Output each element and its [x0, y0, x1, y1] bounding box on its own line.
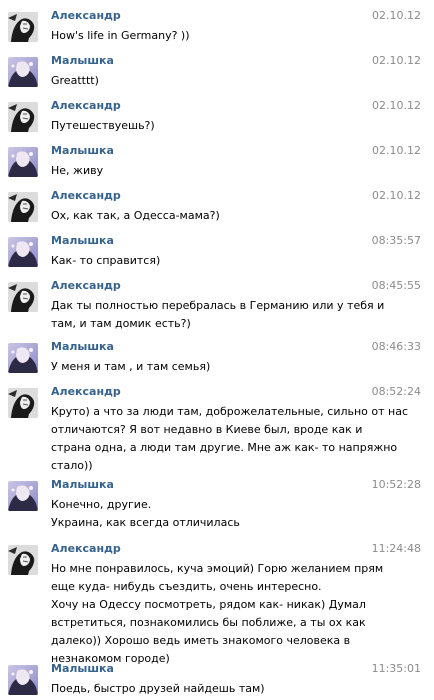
avatar-malyshka[interactable]: [8, 665, 38, 695]
message-text: Путешествуешь?): [51, 117, 381, 135]
avatar-malyshka[interactable]: [8, 147, 38, 177]
avatar-aleksandr[interactable]: [8, 192, 38, 222]
message-text-line: Как- то справится): [51, 254, 161, 267]
message-text-line: Ох, как так, а Одесса-мама?): [51, 209, 220, 222]
message-text: Ох, как так, а Одесса-мама?): [51, 207, 381, 225]
avatar-aleksandr[interactable]: [8, 545, 38, 575]
message-timestamp: 08:35:57: [371, 234, 421, 247]
message-author-link[interactable]: Александр: [51, 279, 121, 292]
message-text-line: Хочу на Одессу посмотреть, рядом как- ни…: [51, 598, 366, 611]
message-author-link[interactable]: Малышка: [51, 54, 114, 67]
avatar-malyshka[interactable]: [8, 481, 38, 511]
avatar-malyshka[interactable]: [8, 343, 38, 373]
message-text: Поедь, быстро друзей найдешь там): [51, 680, 381, 698]
message-timestamp: 02.10.12: [372, 144, 421, 157]
message-timestamp: 02.10.12: [372, 9, 421, 22]
message-timestamp: 02.10.12: [372, 99, 421, 112]
message-text-line: Greatttt): [51, 74, 99, 87]
avatar-malyshka[interactable]: [8, 237, 38, 267]
message-text-line: Дак ты полностью перебралась в Германию …: [51, 299, 385, 312]
chat-history: Александр 02.10.12 How's life in Germany? …: [0, 0, 434, 700]
message-author-link[interactable]: Малышка: [51, 144, 114, 157]
message-text-line: У меня и там , и там семья): [51, 360, 211, 373]
message-author-link[interactable]: Малышка: [51, 340, 114, 353]
message-text-line: Не, живу: [51, 164, 104, 177]
message-author-link[interactable]: Александр: [51, 189, 121, 202]
avatar-aleksandr[interactable]: [8, 102, 38, 132]
avatar-aleksandr[interactable]: [8, 388, 38, 418]
message-text-line: Украина, как всегда отличилась: [51, 516, 240, 529]
message-author-link[interactable]: Малышка: [51, 478, 114, 491]
message-timestamp: 11:24:48: [371, 542, 421, 555]
message-text: Дак ты полностью перебралась в Германию …: [51, 297, 385, 333]
message-text-line: Конечно, другие.: [51, 498, 152, 511]
message-text-line: Круто) а что за люди там, доброжелательн…: [51, 405, 409, 418]
message-timestamp: 10:52:28: [371, 478, 421, 491]
message-text-line: далеко)) Хорошо ведь иметь знакомого чел…: [51, 634, 351, 647]
message-timestamp: 08:52:24: [371, 385, 421, 398]
message-text: Конечно, другие. Украина, как всегда отли…: [51, 496, 381, 532]
message-text: Но мне понравилось, куча эмоций) Горю же…: [51, 560, 384, 668]
message-text-line: Но мне понравилось, куча эмоций) Горю же…: [51, 562, 384, 575]
message-author-link[interactable]: Александр: [51, 99, 121, 112]
message-text-line: отличаются? Я вот недавно в Киеве был, в…: [51, 423, 363, 436]
message-text: How's life in Germany? )): [51, 27, 381, 45]
message-text-line: страна одна, а люди там другие. Мне аж к…: [51, 441, 398, 454]
message-text: Не, живу: [51, 162, 381, 180]
message-text-line: встретиться, познакомились бы поближе, а…: [51, 616, 366, 629]
message-timestamp: 11:35:01: [371, 662, 421, 675]
message-author-link[interactable]: Малышка: [51, 662, 114, 675]
message-text-line: Путешествуешь?): [51, 119, 155, 132]
message-text-line: стало)): [51, 459, 93, 472]
message-text: Greatttt): [51, 72, 381, 90]
message-text: Как- то справится): [51, 252, 381, 270]
message-text: Круто) а что за люди там, доброжелательн…: [51, 403, 409, 475]
message-author-link[interactable]: Александр: [51, 385, 121, 398]
message-timestamp: 08:45:55: [371, 279, 421, 292]
message-timestamp: 08:46:33: [371, 340, 421, 353]
avatar-aleksandr[interactable]: [8, 12, 38, 42]
message-author-link[interactable]: Александр: [51, 542, 121, 555]
avatar-aleksandr[interactable]: [8, 282, 38, 312]
message-timestamp: 02.10.12: [372, 189, 421, 202]
message-timestamp: 02.10.12: [372, 54, 421, 67]
message-text-line: How's life in Germany? )): [51, 29, 190, 42]
message-text-line: там, и там домик есть?): [51, 317, 191, 330]
message-author-link[interactable]: Александр: [51, 9, 121, 22]
message-text-line: Поедь, быстро друзей найдешь там): [51, 682, 265, 695]
message-author-link[interactable]: Малышка: [51, 234, 114, 247]
avatar-malyshka[interactable]: [8, 57, 38, 87]
message-text: У меня и там , и там семья): [51, 358, 381, 376]
message-text-line: еще куда- нибудь съездить, очень интерес…: [51, 580, 322, 593]
